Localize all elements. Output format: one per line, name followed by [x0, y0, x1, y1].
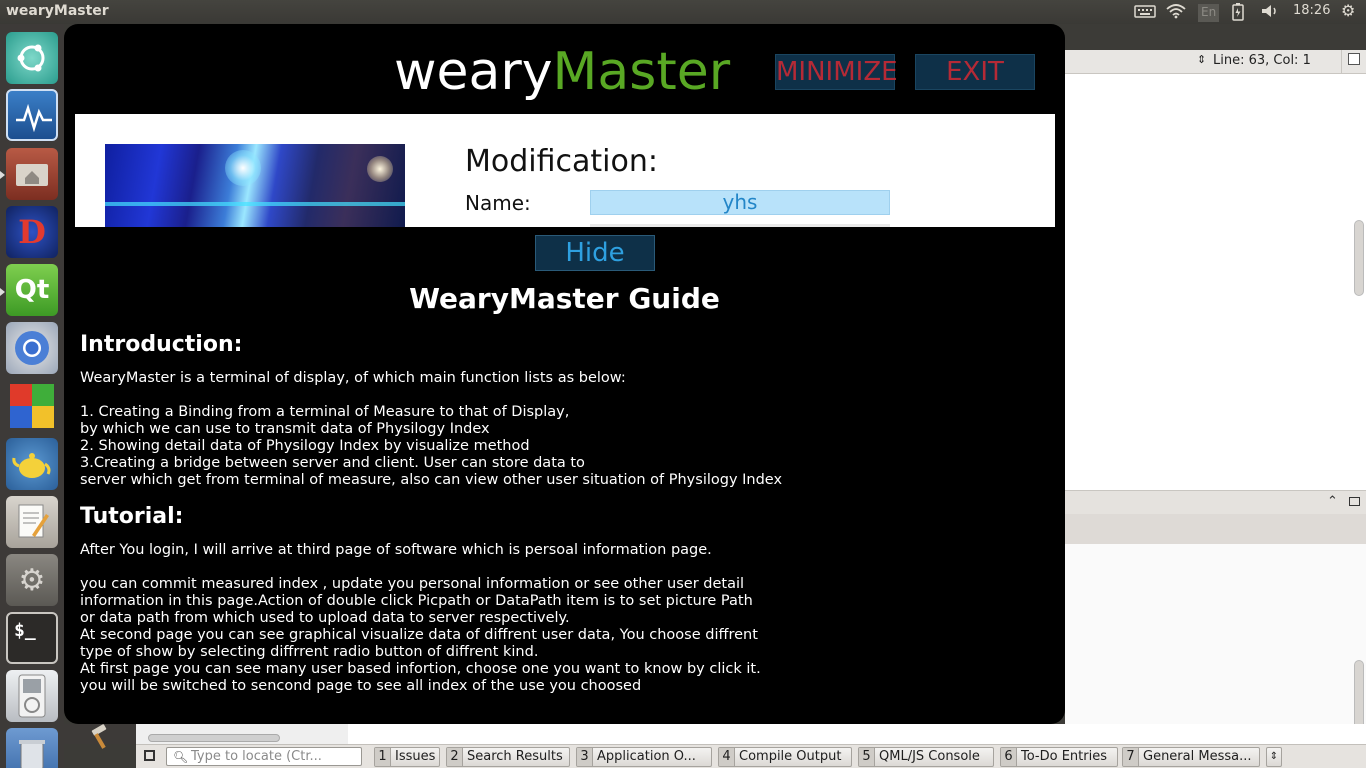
pane-label: QML/JS Console: [879, 749, 980, 764]
output-pane-toolbar: [1065, 514, 1366, 544]
volume-icon[interactable]: [1260, 3, 1282, 21]
pane-label: Application O...: [597, 749, 696, 764]
exit-button[interactable]: EXIT: [915, 54, 1035, 90]
pane-button-qml-console[interactable]: 5 QML/JS Console: [858, 747, 994, 767]
pane-number: 5: [859, 748, 875, 766]
next-field[interactable]: [590, 224, 890, 227]
modification-title: Modification:: [465, 144, 658, 179]
pane-number: 3: [577, 748, 593, 766]
pane-number: 7: [1123, 748, 1139, 766]
cursor-position[interactable]: Line: 63, Col: 1: [1213, 53, 1311, 68]
tutorial-heading: Tutorial:: [80, 504, 184, 529]
pane-label: Search Results: [467, 749, 563, 764]
ubuntu-dash-icon[interactable]: [6, 32, 58, 84]
locator-placeholder: Type to locate (Ctr...: [191, 749, 322, 764]
chromium-icon[interactable]: [6, 322, 58, 374]
app-title-prefix: weary: [394, 42, 553, 102]
pane-number: 4: [719, 748, 735, 766]
more-panes-icon[interactable]: ⇕: [1266, 747, 1282, 767]
project-tree-strip[interactable]: [136, 724, 348, 744]
pane-button-application-output[interactable]: 3 Application O...: [576, 747, 712, 767]
intro-items: 1. Creating a Binding from a terminal of…: [80, 404, 783, 488]
guide-title: WearyMaster Guide: [409, 282, 720, 315]
intro-lead: WearyMaster is a terminal of display, of…: [80, 370, 626, 386]
pane-button-search-results[interactable]: 2 Search Results: [446, 747, 570, 767]
modification-panel: Modification: Name: yhs: [75, 114, 1055, 227]
search-icon: 🔍︎: [173, 750, 189, 764]
project-tree-scrollbar[interactable]: [148, 734, 280, 742]
pane-label: To-Do Entries: [1021, 749, 1107, 764]
ipod-icon[interactable]: [6, 670, 58, 722]
keyboard-icon[interactable]: [1134, 3, 1156, 21]
name-label: Name:: [465, 191, 531, 215]
code-strip: [348, 724, 1366, 744]
output-pane-header: ⌃: [1065, 490, 1366, 514]
pane-label: Issues: [395, 749, 436, 764]
user-photo[interactable]: [105, 144, 405, 227]
active-window-title: wearyMaster: [6, 3, 109, 19]
tutorial-body: you can commit measured index , update y…: [80, 576, 761, 694]
wearymaster-window: wearyMaster MINIMIZE EXIT Modification: …: [64, 24, 1065, 724]
battery-icon[interactable]: [1232, 3, 1244, 21]
name-field[interactable]: yhs: [590, 190, 890, 215]
pane-button-general-messages[interactable]: 7 General Messa...: [1122, 747, 1260, 767]
pane-label: General Messa...: [1143, 749, 1252, 764]
pane-label: Compile Output: [739, 749, 842, 764]
gear-icon[interactable]: ⚙: [1341, 1, 1355, 20]
system-monitor-icon[interactable]: [6, 89, 58, 141]
split-icon[interactable]: [1348, 53, 1360, 65]
maximize-pane-icon[interactable]: [1349, 497, 1360, 506]
running-indicator: [0, 288, 5, 296]
color-blocks-icon[interactable]: [6, 380, 58, 432]
locator-input[interactable]: 🔍︎ Type to locate (Ctr...: [166, 747, 362, 766]
pane-number: 2: [447, 748, 463, 766]
qt-creator-icon[interactable]: Qt: [6, 264, 58, 316]
pane-number: 1: [375, 748, 391, 766]
running-indicator: [0, 171, 5, 179]
pane-button-compile-output[interactable]: 4 Compile Output: [718, 747, 852, 767]
clock[interactable]: 18:26: [1293, 3, 1330, 21]
terminal-icon[interactable]: $_: [6, 612, 58, 664]
ide-status-bar: 🔍︎ Type to locate (Ctr... 1 Issues 2 Searc…: [136, 744, 1366, 768]
text-editor-icon[interactable]: [6, 496, 58, 548]
chevron-up-icon[interactable]: ⌃: [1327, 494, 1338, 509]
keyboard-layout-indicator[interactable]: En: [1198, 4, 1220, 22]
divider: [1341, 50, 1342, 74]
app-title: wearyMaster: [394, 42, 730, 102]
trash-icon[interactable]: [6, 728, 58, 768]
editor-scrollbar[interactable]: [1354, 220, 1364, 296]
output-pane[interactable]: [1065, 544, 1366, 740]
pane-number: 6: [1001, 748, 1017, 766]
settings-icon[interactable]: ⚙: [6, 554, 58, 606]
wifi-icon[interactable]: [1165, 3, 1187, 21]
build-hammer-icon[interactable]: [88, 724, 118, 756]
pane-button-todo-entries[interactable]: 6 To-Do Entries: [1000, 747, 1118, 767]
updown-icon[interactable]: ⇕: [1197, 53, 1206, 66]
app-title-accent: Master: [552, 42, 731, 102]
hide-button[interactable]: Hide: [535, 235, 655, 271]
pane-button-issues[interactable]: 1 Issues: [374, 747, 440, 767]
tutorial-lead: After You login, I will arrive at third …: [80, 542, 712, 558]
launcher: D Qt ⚙ $_: [0, 24, 64, 768]
editor-toolbar: ⇕ Line: 63, Col: 1: [1065, 50, 1366, 74]
intro-heading: Introduction:: [80, 332, 243, 357]
d-app-icon[interactable]: D: [6, 206, 58, 258]
top-panel: wearyMaster En 18:26 ⚙: [0, 0, 1366, 24]
teapot-icon[interactable]: [6, 438, 58, 490]
files-icon[interactable]: [6, 148, 58, 200]
minimize-button[interactable]: MINIMIZE: [775, 54, 898, 90]
toggle-sidebar-icon[interactable]: [144, 750, 155, 761]
